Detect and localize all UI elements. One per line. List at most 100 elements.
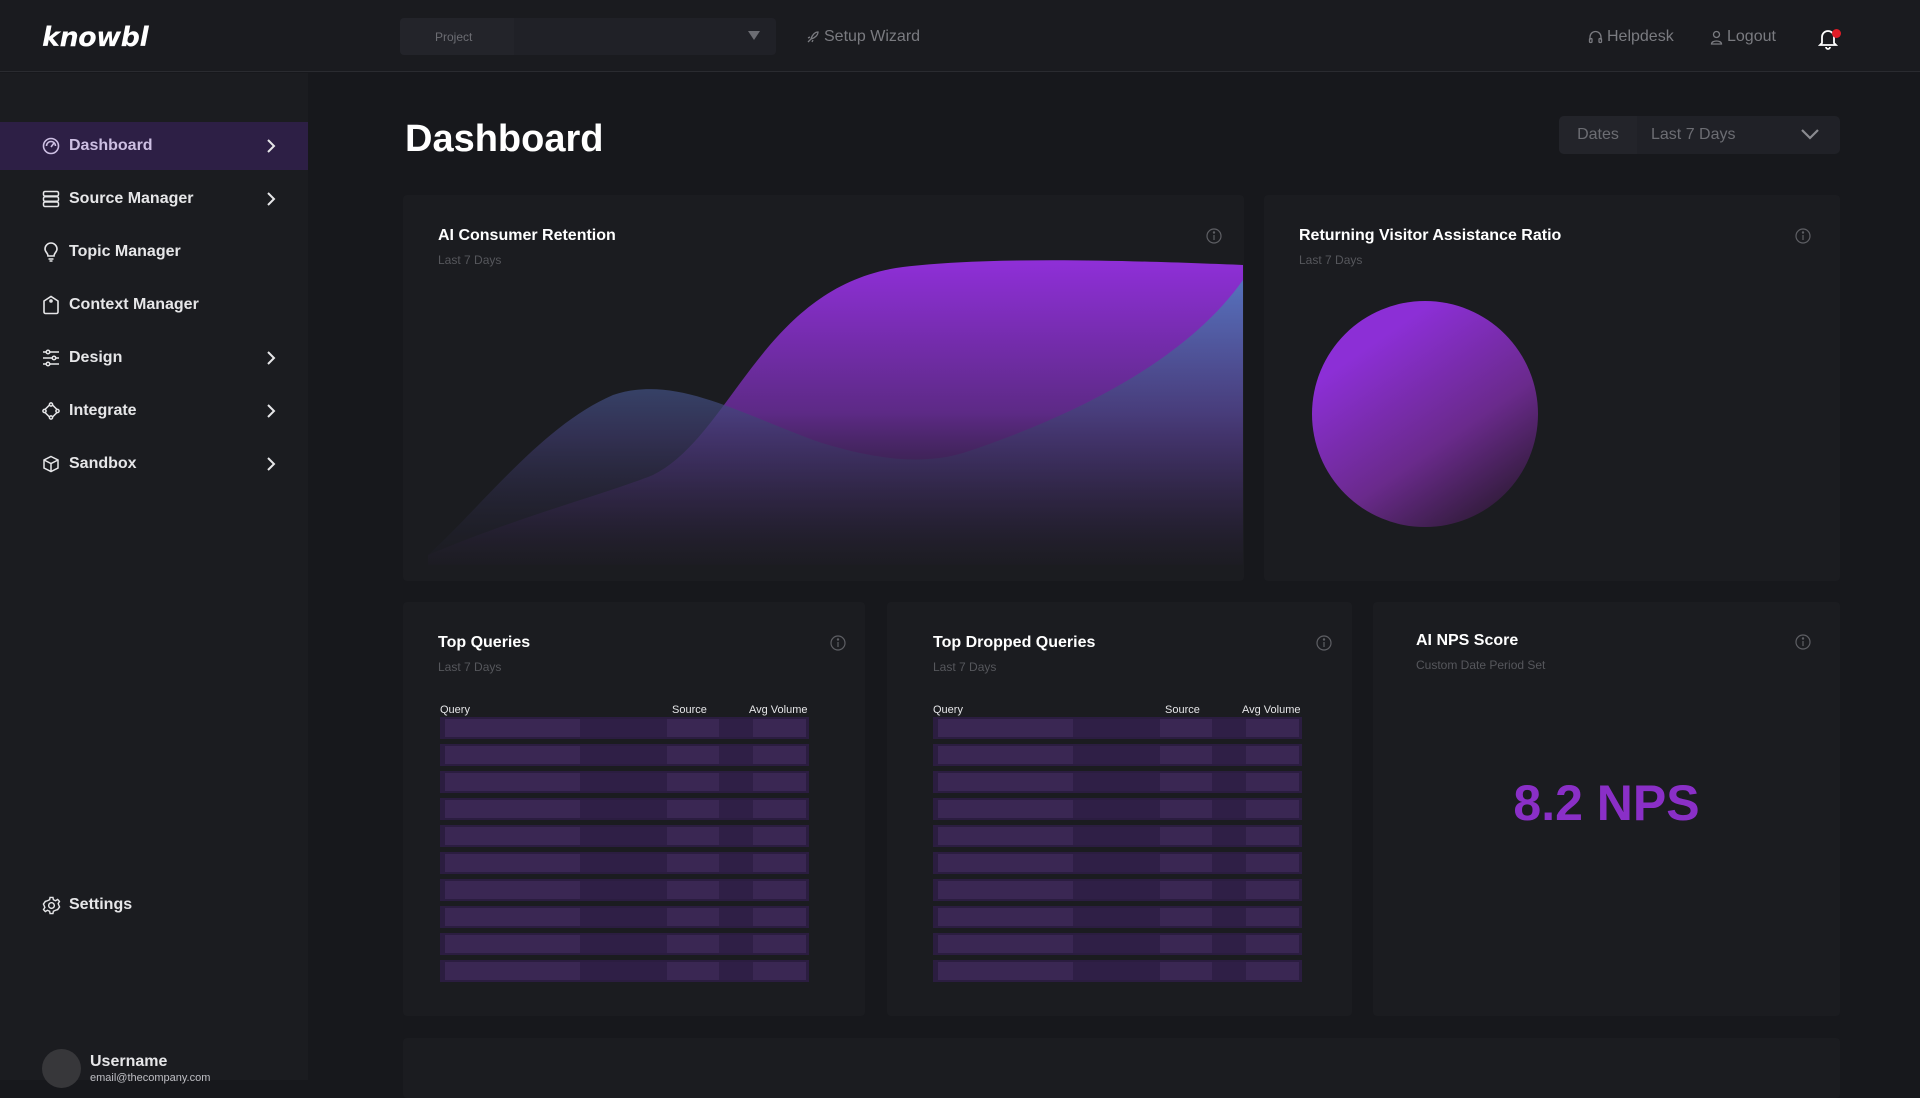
table-row[interactable] (440, 960, 809, 982)
row-cell-placeholder (1073, 746, 1160, 764)
row-cell-placeholder (1073, 962, 1160, 980)
row-cell-placeholder (580, 962, 667, 980)
table-row[interactable] (440, 933, 809, 955)
setup-wizard-label: Setup Wizard (824, 28, 921, 45)
row-cell-placeholder (580, 881, 667, 899)
row-cell-placeholder (667, 746, 719, 764)
sidebar-item-sandbox[interactable]: Sandbox (0, 440, 308, 488)
lightbulb-icon (41, 242, 61, 262)
table-row[interactable] (933, 825, 1302, 847)
row-cell-placeholder (753, 908, 806, 926)
row-cell-placeholder (1160, 773, 1212, 791)
table-row[interactable] (440, 906, 809, 928)
dates-value: Last 7 Days (1651, 126, 1736, 143)
user-email: email@thecompany.com (90, 1072, 211, 1084)
card-title: Returning Visitor Assistance Ratio (1299, 227, 1562, 244)
username: Username (90, 1053, 168, 1070)
sidebar-item-design[interactable]: Design (0, 334, 308, 382)
table-row[interactable] (933, 798, 1302, 820)
column-header-avg-volume[interactable]: Avg Volume (749, 704, 808, 716)
row-cell-placeholder (667, 854, 719, 872)
row-cell-placeholder (1073, 719, 1160, 737)
row-cell-placeholder (1246, 719, 1299, 737)
chevron-right-icon (267, 404, 276, 418)
row-cell-placeholder (445, 800, 580, 818)
knowbl-logo[interactable]: knowbl (42, 22, 149, 53)
sidebar-item-source-manager[interactable]: Source Manager (0, 175, 308, 223)
table-row[interactable] (933, 906, 1302, 928)
table-row[interactable] (440, 879, 809, 901)
table-row[interactable] (440, 744, 809, 766)
row-cell-placeholder (719, 800, 753, 818)
info-icon[interactable] (1795, 228, 1811, 244)
row-cell-placeholder (1212, 719, 1246, 737)
info-icon[interactable] (1316, 635, 1332, 651)
logout-link[interactable]: Logout (1710, 28, 1776, 46)
column-header-query[interactable]: Query (440, 704, 470, 716)
row-cell-placeholder (667, 908, 719, 926)
table-row[interactable] (440, 825, 809, 847)
table-row[interactable] (933, 852, 1302, 874)
info-icon[interactable] (830, 635, 846, 651)
row-cell-placeholder (1212, 854, 1246, 872)
column-header-query[interactable]: Query (933, 704, 963, 716)
row-cell-placeholder (1212, 827, 1246, 845)
user-profile[interactable]: Username email@thecompany.com (42, 1049, 210, 1088)
row-cell-placeholder (938, 881, 1073, 899)
table-row[interactable] (933, 744, 1302, 766)
sidebar-item-context-manager[interactable]: Context Manager (0, 281, 308, 329)
top-queries-card: Top Queries Last 7 Days Query Source Avg… (403, 602, 865, 1016)
sidebar-item-topic-manager[interactable]: Topic Manager (0, 228, 308, 276)
sidebar-item-label: Settings (69, 896, 133, 913)
row-cell-placeholder (1160, 935, 1212, 953)
row-cell-placeholder (1212, 773, 1246, 791)
column-header-source[interactable]: Source (1165, 704, 1200, 716)
table-row[interactable] (933, 879, 1302, 901)
row-cell-placeholder (1073, 827, 1160, 845)
row-cell-placeholder (667, 881, 719, 899)
table-row[interactable] (440, 771, 809, 793)
row-cell-placeholder (445, 908, 580, 926)
setup-wizard-link[interactable]: Setup Wizard (806, 28, 920, 46)
table-row[interactable] (933, 771, 1302, 793)
table-row[interactable] (440, 852, 809, 874)
card-title: AI NPS Score (1416, 632, 1519, 649)
pie-slice (1312, 301, 1538, 527)
row-cell-placeholder (1246, 881, 1299, 899)
date-range-select[interactable]: Dates Last 7 Days (1559, 116, 1840, 154)
row-cell-placeholder (580, 908, 667, 926)
column-header-source[interactable]: Source (672, 704, 707, 716)
chevron-right-icon (267, 192, 276, 206)
helpdesk-link[interactable]: Helpdesk (1588, 28, 1674, 46)
tag-icon (41, 295, 61, 315)
table-row[interactable] (933, 960, 1302, 982)
row-cell-placeholder (1160, 827, 1212, 845)
row-cell-placeholder (719, 881, 753, 899)
row-cell-placeholder (445, 854, 580, 872)
sidebar-item-dashboard[interactable]: Dashboard (0, 122, 308, 170)
top-dropped-queries-card: Top Dropped Queries Last 7 Days Query So… (887, 602, 1352, 1016)
row-cell-placeholder (1246, 773, 1299, 791)
row-cell-placeholder (445, 827, 580, 845)
row-cell-placeholder (719, 854, 753, 872)
helpdesk-label: Helpdesk (1607, 28, 1674, 45)
nps-value: 8.2 NPS (1513, 775, 1700, 831)
table-row[interactable] (440, 717, 809, 739)
sidebar-item-label: Dashboard (69, 137, 153, 154)
sidebar-item-label: Context Manager (69, 296, 199, 313)
project-select[interactable]: Project (400, 18, 776, 55)
table-row[interactable] (933, 933, 1302, 955)
row-cell-placeholder (1246, 746, 1299, 764)
row-cell-placeholder (753, 719, 806, 737)
row-cell-placeholder (1212, 962, 1246, 980)
table-row[interactable] (933, 717, 1302, 739)
sidebar-item-settings[interactable]: Settings (0, 881, 308, 929)
sidebar-item-integrate[interactable]: Integrate (0, 387, 308, 435)
row-cell-placeholder (938, 746, 1073, 764)
sidebar-item-label: Source Manager (69, 190, 194, 207)
row-cell-placeholder (1160, 962, 1212, 980)
column-header-avg-volume[interactable]: Avg Volume (1242, 704, 1301, 716)
row-cell-placeholder (938, 827, 1073, 845)
table-row[interactable] (440, 798, 809, 820)
info-icon[interactable] (1795, 634, 1811, 650)
